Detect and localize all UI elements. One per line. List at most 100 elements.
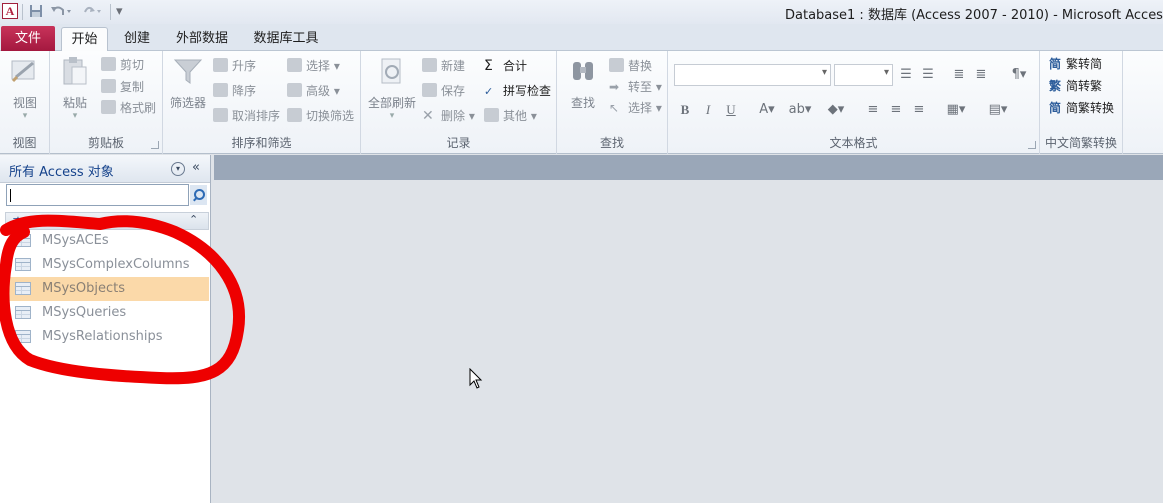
nav-table-item[interactable]: MSysComplexColumns: [5, 253, 209, 277]
selection-filter-label: 选择: [306, 59, 331, 73]
totals-label: 合计: [503, 59, 528, 73]
simp-to-trad-button[interactable]: 繁简转繁: [1049, 76, 1102, 96]
cut-button[interactable]: 剪切: [101, 55, 144, 75]
simp-to-trad-label: 简转繁: [1066, 79, 1103, 93]
save-record-button[interactable]: 保存: [422, 81, 465, 101]
nav-pane-header[interactable]: 所有 Access 对象 ▾ «: [0, 155, 210, 183]
selection-filter-button[interactable]: 选择 ▾: [287, 56, 340, 76]
select-button[interactable]: ↖ 选择 ▾: [609, 98, 662, 118]
text-direction-icon[interactable]: ¶▾: [1006, 66, 1032, 84]
title-bar: A ▾ Database1 : 数据库 (Access 2007 - 2010)…: [0, 0, 1163, 24]
search-icon[interactable]: [190, 185, 207, 205]
access-app-icon[interactable]: A: [2, 3, 18, 19]
convert-button[interactable]: 简简繁转换: [1049, 98, 1114, 118]
align-center-icon[interactable]: ≡: [887, 101, 905, 119]
format-painter-button[interactable]: 格式刷: [101, 98, 156, 118]
find-button[interactable]: 查找: [563, 55, 603, 111]
align-right-icon[interactable]: ≡: [910, 101, 928, 119]
group-chinese-conversion: 简繁转简 繁简转繁 简简繁转换 中文简繁转换: [1040, 51, 1123, 154]
highlight-icon[interactable]: ab▾: [787, 101, 813, 119]
spelling-button[interactable]: ✓ 拼写检查: [484, 81, 551, 101]
bullets-icon[interactable]: ☰: [897, 66, 915, 84]
copy-icon: [101, 79, 116, 93]
tab-external-data[interactable]: 外部数据: [168, 27, 236, 51]
nav-search-input[interactable]: [6, 184, 189, 206]
align-left-icon[interactable]: ≡: [864, 101, 882, 119]
undo-icon[interactable]: [50, 3, 72, 21]
nav-pane-menu-icon[interactable]: ▾: [171, 162, 185, 176]
italic-button[interactable]: I: [699, 101, 717, 119]
refresh-all-button[interactable]: 全部刷新 ▾: [366, 55, 418, 121]
sort-descending-button[interactable]: 降序: [213, 81, 256, 101]
toggle-filter-icon: [287, 108, 302, 122]
paste-label: 粘贴: [62, 96, 87, 110]
delete-record-label: 删除: [441, 109, 466, 123]
trad-to-simp-icon: 简: [1049, 57, 1062, 71]
goto-button[interactable]: ➡ 转至 ▾: [609, 77, 662, 97]
tab-create[interactable]: 创建: [115, 27, 159, 51]
collapse-group-chevron-icon[interactable]: ⌃: [189, 213, 198, 226]
select-label: 选择: [628, 101, 653, 115]
more-button[interactable]: 其他 ▾: [484, 106, 537, 126]
sort-ascending-button[interactable]: 升序: [213, 56, 256, 76]
mouse-cursor-icon: [469, 368, 483, 389]
tab-database-tools[interactable]: 数据库工具: [246, 27, 326, 51]
nav-pane-title: 所有 Access 对象: [9, 165, 114, 180]
sigma-icon: Σ: [484, 58, 493, 74]
goto-label: 转至: [628, 80, 653, 94]
new-record-button[interactable]: 新建: [422, 56, 465, 76]
decrease-indent-icon[interactable]: ≣: [950, 66, 968, 84]
clear-sort-icon: [213, 108, 228, 122]
filter-label: 筛选器: [169, 96, 206, 110]
delete-record-button[interactable]: ✕ 删除 ▾: [422, 106, 475, 126]
nav-table-item-selected[interactable]: MSysObjects: [5, 277, 209, 301]
group-label-view: 视图: [12, 136, 37, 150]
nav-table-item[interactable]: MSysACEs: [5, 229, 209, 253]
replace-button[interactable]: 替换: [609, 56, 652, 76]
totals-button[interactable]: Σ 合计: [484, 56, 527, 76]
trad-to-simp-button[interactable]: 简繁转简: [1049, 54, 1102, 74]
copy-button[interactable]: 复制: [101, 77, 144, 97]
spelling-label: 拼写检查: [503, 84, 552, 98]
selection-filter-icon: [287, 58, 302, 72]
view-button[interactable]: 视图 ▾: [6, 55, 44, 121]
nav-table-item[interactable]: MSysQueries: [5, 301, 209, 325]
more-label: 其他: [503, 109, 528, 123]
find-label: 查找: [570, 96, 595, 110]
nav-group-tables[interactable]: 表 ⌃: [5, 212, 209, 230]
clipboard-launcher-icon[interactable]: [151, 141, 159, 149]
tab-home[interactable]: 开始: [61, 27, 108, 51]
group-label-records: 记录: [446, 136, 471, 150]
gridlines-icon[interactable]: ▦▾: [943, 101, 969, 119]
replace-icon: [609, 58, 624, 72]
font-name-combo[interactable]: [674, 64, 831, 86]
advanced-filter-button[interactable]: 高级 ▾: [287, 81, 340, 101]
increase-indent-icon[interactable]: ≣: [972, 66, 990, 84]
toggle-filter-button[interactable]: 切换筛选: [287, 106, 354, 126]
bold-button[interactable]: B: [676, 101, 694, 119]
nav-table-item[interactable]: MSysRelationships: [5, 325, 209, 349]
customize-qat-icon[interactable]: ▾: [116, 3, 123, 21]
save-record-icon: [422, 83, 437, 97]
underline-button[interactable]: U: [722, 101, 740, 119]
nav-pane-collapse-icon[interactable]: «: [192, 160, 200, 175]
text-format-launcher-icon[interactable]: [1028, 141, 1036, 149]
ribbon-tab-row: 文件 开始 创建 外部数据 数据库工具: [0, 24, 1163, 51]
save-icon[interactable]: [28, 3, 44, 21]
sort-descending-label: 降序: [232, 84, 257, 98]
alternate-row-color-icon[interactable]: ▤▾: [984, 101, 1012, 119]
fill-color-icon[interactable]: ◆▾: [821, 101, 851, 119]
filter-button[interactable]: 筛选器: [167, 55, 209, 111]
group-view: 视图 ▾ 视图: [0, 51, 50, 154]
sort-ascending-icon: [213, 58, 228, 72]
search-text-caret: [10, 189, 11, 202]
font-color-icon[interactable]: A▾: [754, 101, 780, 119]
tab-file[interactable]: 文件: [1, 26, 55, 51]
paste-button[interactable]: 粘贴 ▾: [56, 55, 94, 121]
clear-sort-button[interactable]: 取消排序: [213, 106, 280, 126]
more-grid-icon: [484, 108, 499, 122]
font-size-combo[interactable]: [834, 64, 893, 86]
numbering-icon[interactable]: ☰: [919, 66, 937, 84]
redo-icon[interactable]: [82, 3, 104, 21]
document-workspace[interactable]: [214, 155, 1163, 503]
